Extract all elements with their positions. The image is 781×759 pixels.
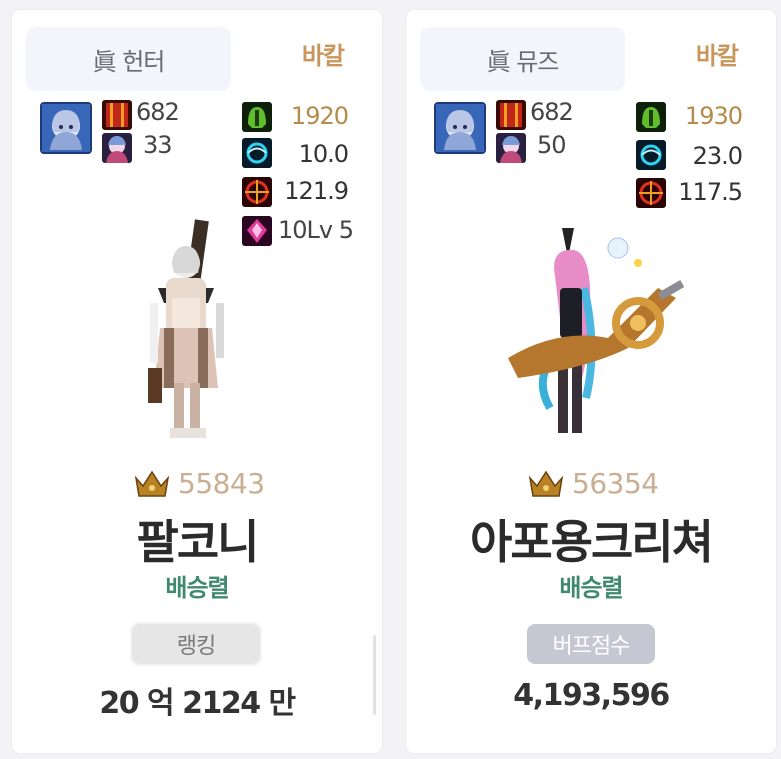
stat-value: 1920 [290,102,349,130]
scrollbar[interactable] [373,635,376,715]
fame-value: 56354 [572,467,659,500]
job-label: 眞 뮤즈 [486,47,560,76]
creature-portrait-icon [102,133,132,163]
red-book-icon [496,100,526,130]
pink-crystal-icon [242,216,272,246]
character-sprite [498,228,698,452]
crown-icon [526,468,566,500]
crown-icon [132,468,172,500]
job-tab[interactable]: 眞 뮤즈 [420,27,625,91]
red-book-icon [102,100,132,130]
score-value: 4,193,596 [513,678,670,713]
stat-value: 682 [136,98,180,126]
muse-portrait-icon [434,102,486,154]
badge-label: 랭킹 [176,634,216,659]
buff-score-badge[interactable]: 버프점수 [527,624,655,664]
stat-value: 682 [530,98,574,126]
character-card-left[interactable]: 眞 헌터 바칼 682 33 1920 10.0 121.9 10Lv 5 55… [12,10,382,753]
server-label: 바칼 [301,42,345,70]
stat-value: 50 [537,131,567,159]
character-sprite [138,218,238,447]
badge-label: 버프점수 [552,634,631,659]
guild-name: 배승렬 [559,574,623,602]
hunter-portrait-icon [40,102,92,154]
character-name: 팔코니 [136,515,260,569]
stat-value: 33 [143,131,173,159]
stat-value: 121.9 [284,177,349,205]
ranking-badge[interactable]: 랭킹 [132,624,260,664]
creature-portrait-icon [496,133,526,163]
server-label: 바칼 [695,42,739,70]
job-tab[interactable]: 眞 헌터 [26,27,231,91]
score-value: 20 억 2124 만 [99,686,296,721]
character-name: 아포용크리쳐 [470,515,714,569]
stat-value: 23.0 [692,142,743,170]
stat-value: 117.5 [678,178,743,206]
job-label: 眞 헌터 [92,47,166,76]
stat-value: 10.0 [298,140,349,168]
fame-value: 55843 [178,467,265,500]
stat-value: 1930 [684,102,743,130]
character-card-right[interactable]: 眞 뮤즈 바칼 682 50 1930 23.0 117.5 56354 아포용… [406,10,776,753]
guild-name: 배승렬 [165,574,229,602]
stat-value: 10Lv 5 [278,216,354,244]
